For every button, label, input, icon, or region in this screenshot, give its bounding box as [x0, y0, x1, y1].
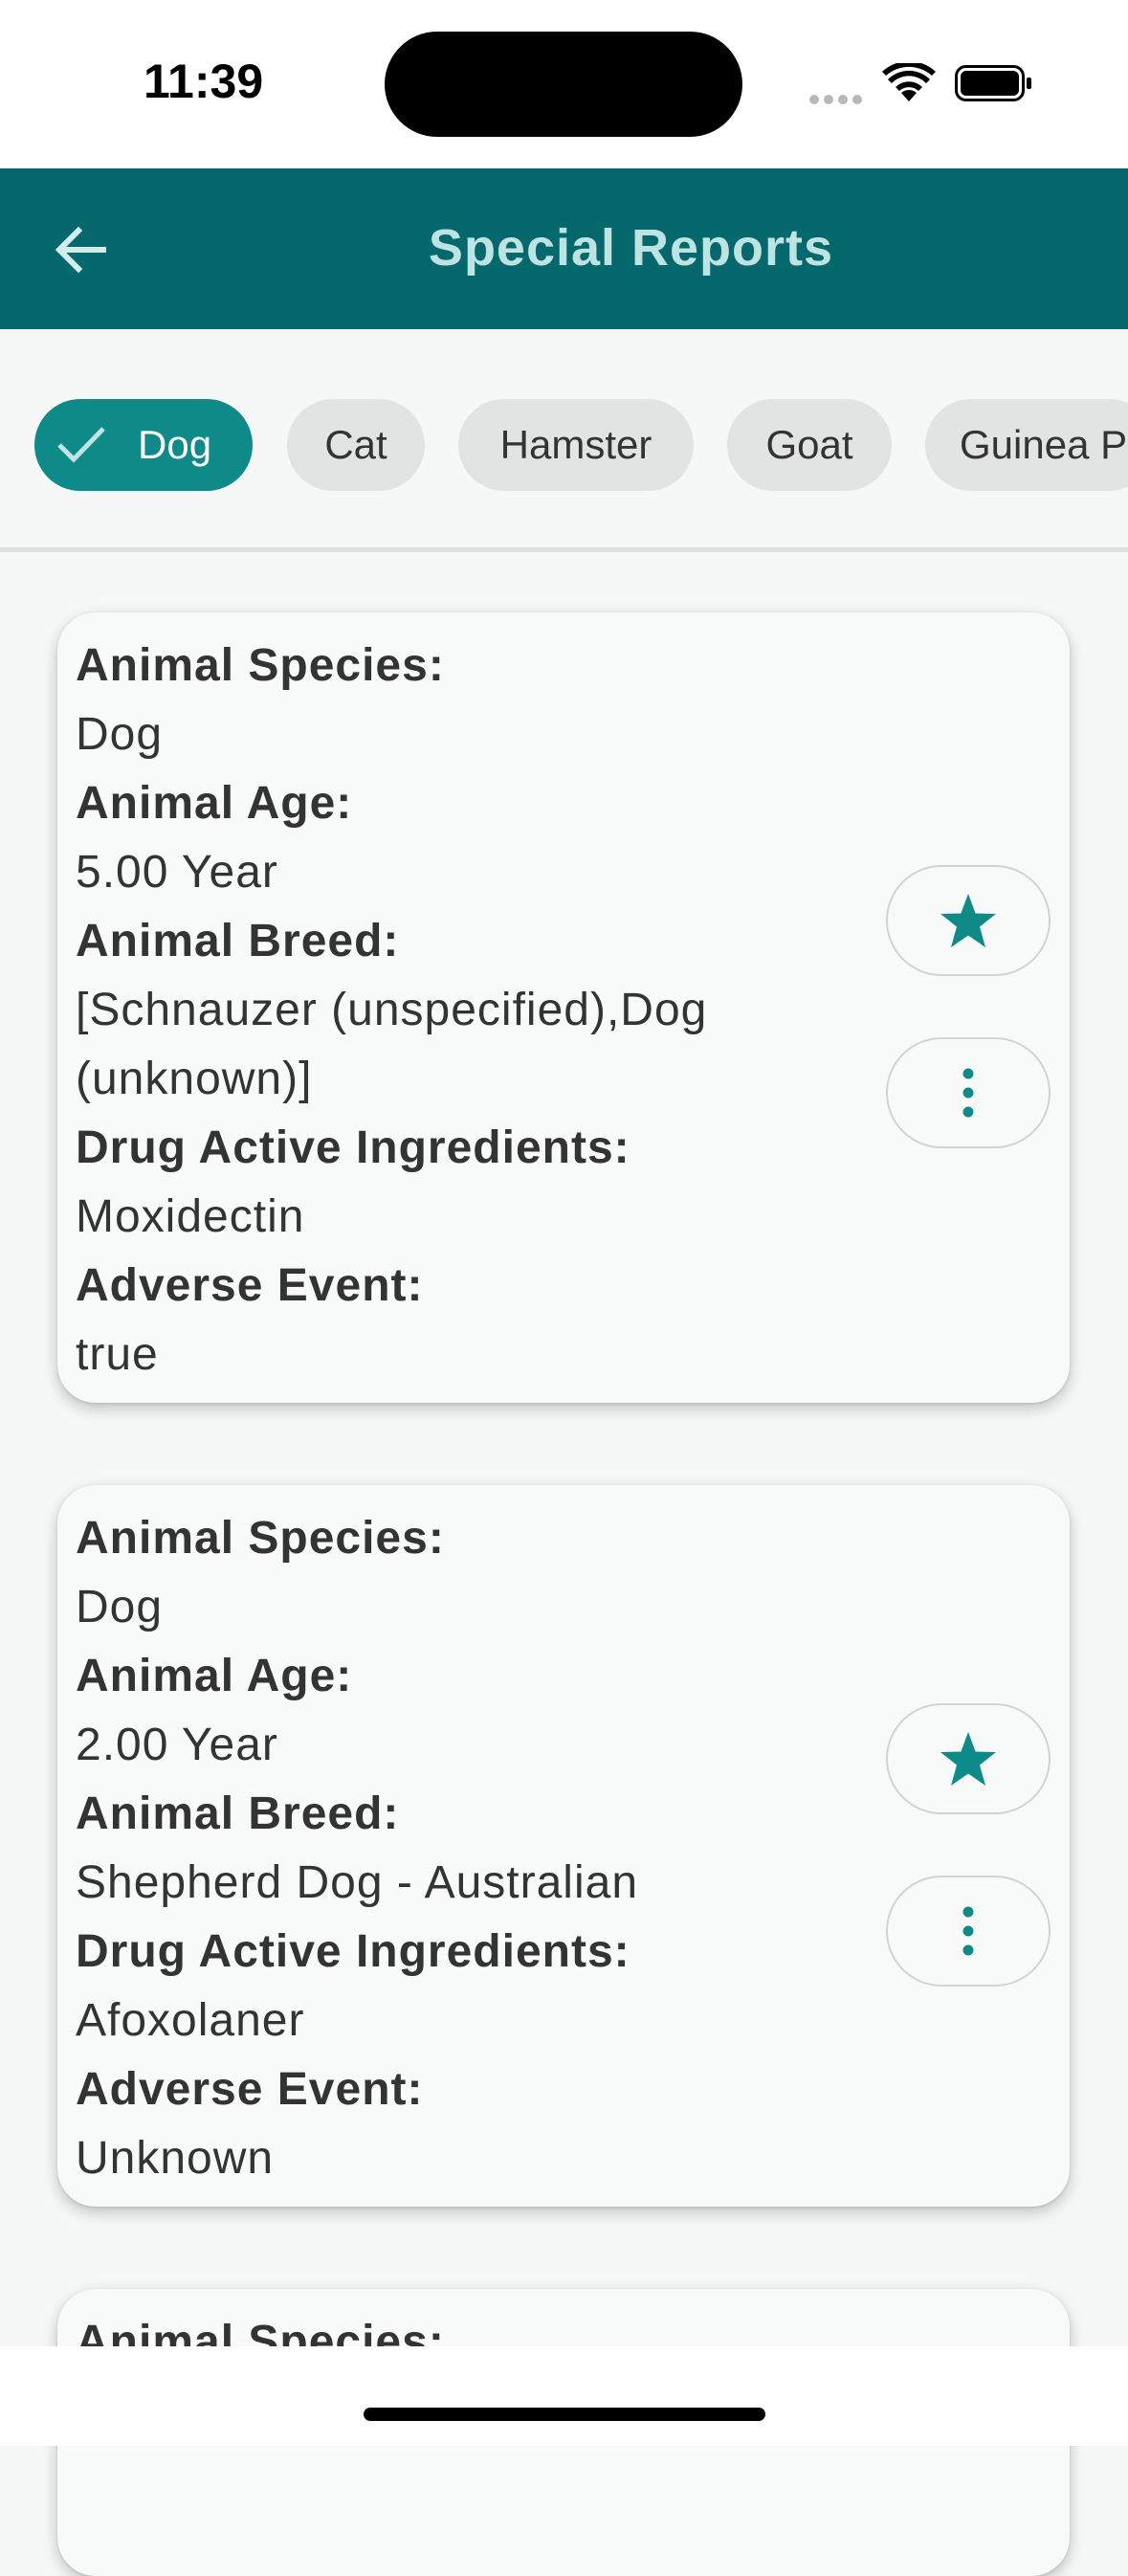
report-card[interactable]: Animal Species: Dog Animal Age: 5.00 Yea…	[57, 612, 1070, 1403]
breed-label: Animal Breed:	[76, 916, 400, 966]
species-value: Dog	[76, 1582, 164, 1632]
chip-goat[interactable]: Goat	[727, 399, 892, 491]
breed-value-cont: (unknown)]	[76, 1054, 313, 1104]
favorite-button[interactable]	[886, 865, 1051, 976]
species-filter-row[interactable]: Dog Cat Hamster Goat Guinea Pig	[0, 329, 1128, 549]
ingredients-label: Drug Active Ingredients:	[76, 1122, 630, 1173]
age-value: 5.00 Year	[76, 847, 278, 898]
breed-value: [Schnauzer (unspecified),Dog	[76, 985, 708, 1035]
filter-divider	[0, 547, 1128, 552]
bottom-safe-area	[0, 2346, 1128, 2446]
ingredients-label: Drug Active Ingredients:	[76, 1926, 630, 1977]
page-title: Special Reports	[428, 219, 834, 277]
cellular-signal-icon	[809, 92, 867, 109]
age-value: 2.00 Year	[76, 1720, 278, 1770]
status-time: 11:39	[144, 55, 264, 108]
chip-cat[interactable]: Cat	[287, 399, 425, 491]
species-label: Animal Species:	[76, 640, 445, 691]
ingredients-value: Afoxolaner	[76, 1995, 305, 2046]
age-label: Animal Age:	[76, 1651, 353, 1701]
chip-guinea-pig[interactable]: Guinea Pig	[925, 399, 1128, 491]
home-indicator[interactable]	[364, 2408, 765, 2421]
status-bar: 11:39	[0, 0, 1128, 168]
species-label: Animal Species:	[76, 1513, 445, 1564]
chip-hamster[interactable]: Hamster	[458, 399, 694, 491]
more-vert-icon	[962, 1906, 974, 1956]
breed-label: Animal Breed:	[76, 1788, 400, 1839]
adverse-event-label: Adverse Event:	[76, 2064, 424, 2115]
adverse-event-value: true	[76, 1329, 159, 1380]
more-options-button[interactable]	[886, 1876, 1051, 1987]
adverse-event-value: Unknown	[76, 2133, 275, 2184]
more-options-button[interactable]	[886, 1037, 1051, 1148]
ingredients-value: Moxidectin	[76, 1191, 305, 1242]
check-icon	[57, 427, 105, 463]
age-label: Animal Age:	[76, 778, 353, 829]
dynamic-island	[385, 32, 742, 137]
species-value: Dog	[76, 709, 164, 760]
adverse-event-label: Adverse Event:	[76, 1260, 424, 1311]
report-card[interactable]: Animal Species: Dog Animal Age: 2.00 Yea…	[57, 1485, 1070, 2207]
more-vert-icon	[962, 1068, 974, 1118]
star-icon	[940, 1732, 996, 1786]
wifi-icon	[882, 63, 936, 101]
chip-dog[interactable]: Dog	[34, 399, 253, 491]
favorite-button[interactable]	[886, 1703, 1051, 1814]
chip-label: Dog	[138, 422, 212, 467]
breed-value: Shepherd Dog - Australian	[76, 1857, 639, 1908]
star-icon	[940, 894, 996, 947]
battery-icon	[955, 65, 1031, 101]
